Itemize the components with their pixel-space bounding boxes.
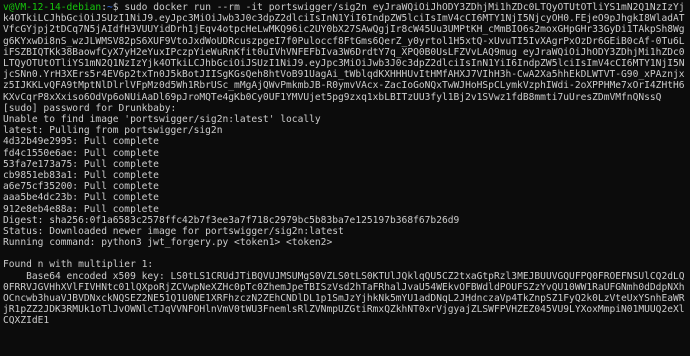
output-line: fd4c1550e6ae: Pull complete [3,147,159,159]
output-line: Running command: python3 jwt_forgery.py … [3,237,333,249]
terminal-window[interactable]: v@VM-12-14-debian:~$ sudo docker run --r… [0,0,690,356]
output-line: latest: Pulling from portswigger/sig2n [3,125,223,137]
output-line: 4d32b49e2995: Pull complete [3,136,159,148]
output-line: a6e75cf35200: Pull complete [3,181,159,193]
output-line: cb9851eb83a1: Pull complete [3,169,159,181]
prompt-user-host: v@VM-12-14-debian [3,2,102,13]
command-line[interactable]: v@VM-12-14-debian:~$ sudo docker run --r… [3,2,688,103]
output-line: Status: Downloaded newer image for ports… [3,225,344,237]
output-line: Found n with multiplier 1: [3,259,154,271]
prompt-symbol: $ [112,2,125,13]
command-text: sudo docker run --rm -it portswigger/sig… [3,2,685,103]
output-line: 53fa7e173a75: Pull complete [3,158,159,170]
output-line: aaa5be4dc23b: Pull complete [3,192,159,204]
x509-key-output: Base64 encoded x509 key: LS0tLS1CRUdJTiB… [3,270,685,327]
output-line: [sudo] password for Drunkbaby: [3,102,177,114]
output-line: Unable to find image 'portswigger/sig2n:… [3,114,321,126]
output-line: Digest: sha256:0f1a6583c2578ffc42b7f3ee3… [3,214,460,226]
output-line: 912e8eb4e88a: Pull complete [3,203,159,215]
